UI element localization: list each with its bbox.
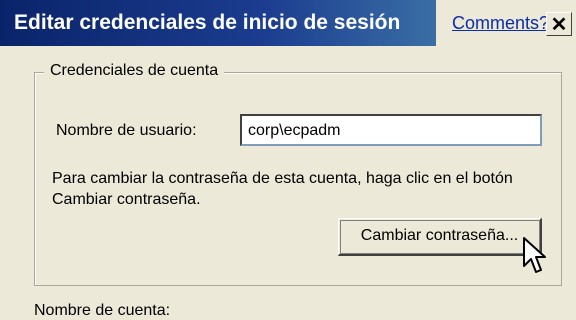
mouse-pointer-icon: [523, 237, 546, 273]
close-icon: ✕: [550, 14, 568, 36]
close-button[interactable]: ✕: [546, 12, 572, 36]
window-title: Editar credenciales de inicio de sesión: [14, 11, 401, 34]
title-bar: Editar credenciales de inicio de sesión …: [0, 0, 576, 46]
change-password-info: Para cambiar la contraseña de esta cuent…: [52, 170, 513, 208]
group-legend: Credenciales de cuenta: [44, 62, 225, 80]
change-password-button[interactable]: Cambiar contraseña...: [338, 218, 542, 256]
username-field[interactable]: corp\ecpadm: [240, 114, 542, 146]
title-bar-active-region: Editar credenciales de inicio de sesión: [0, 0, 436, 46]
username-label: Nombre de usuario:: [56, 122, 197, 139]
account-name-label: Nombre de cuenta:: [34, 302, 171, 319]
comments-link[interactable]: Comments?: [452, 13, 549, 34]
